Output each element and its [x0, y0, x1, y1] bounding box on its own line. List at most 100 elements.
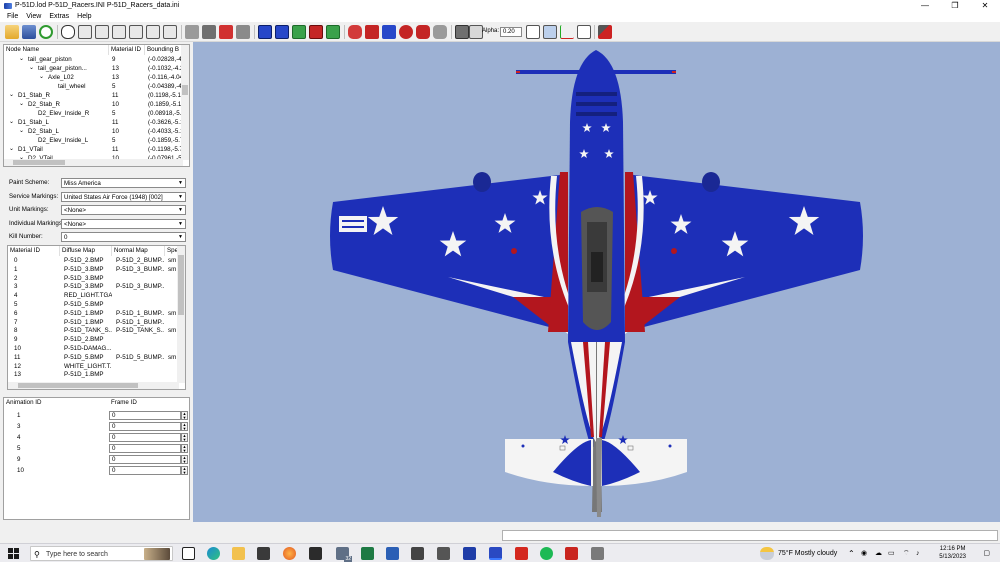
normals-icon[interactable] [577, 25, 591, 39]
wire-cube-icon[interactable] [469, 25, 483, 39]
property-select[interactable]: 0 ▼ [61, 232, 186, 242]
app-n-icon[interactable] [309, 547, 322, 560]
property-select[interactable]: <None> ▼ [61, 218, 186, 229]
column-header-node-name[interactable]: Node Name [4, 45, 109, 55]
store-icon[interactable] [257, 547, 270, 560]
bounding-box-icon[interactable] [526, 25, 540, 39]
materials-hscrollbar[interactable] [8, 382, 179, 389]
tree-expand-icon[interactable]: ⌄ [19, 55, 24, 64]
material-row[interactable]: 4 RED_LIGHT.TGA [8, 291, 179, 300]
column-header-normal-map[interactable]: Normal Map [112, 246, 165, 256]
frame-id-input[interactable]: 0 [109, 455, 181, 464]
column-header-diffuse-map[interactable]: Diffuse Map [60, 246, 112, 256]
shade-flat-icon[interactable] [185, 25, 199, 39]
node-row[interactable]: D2_Elev_Inside_L 5 (-0.1859,-5.7 [4, 136, 183, 145]
extra-app-icon[interactable] [591, 547, 604, 560]
calculator-icon[interactable] [437, 547, 450, 560]
axis-icon[interactable] [560, 25, 574, 39]
material-row[interactable]: 9 P-51D_2.BMP [8, 335, 179, 344]
3d-viewport[interactable] [193, 42, 1000, 522]
mesh-green-2-icon[interactable] [326, 25, 340, 39]
view-bottom-icon[interactable] [163, 25, 177, 39]
frame-id-input[interactable]: 0 [109, 444, 181, 453]
tree-expand-icon[interactable]: ⌄ [39, 73, 44, 82]
texture-icon[interactable] [39, 25, 53, 39]
record-icon[interactable] [399, 25, 413, 39]
acrobat-icon[interactable] [515, 547, 528, 560]
volume-icon[interactable]: ♪ [916, 548, 920, 559]
tray-cloud-icon[interactable]: ☁ [875, 548, 882, 559]
edge-icon[interactable] [207, 547, 220, 560]
node-row[interactable]: ⌄ Axle_L02 13 (-0.116,-4.04 [4, 73, 183, 82]
excel-icon[interactable] [361, 547, 374, 560]
node-row[interactable]: ⌄ tail_gear_piston 9 (-0.02828,-4. [4, 55, 183, 64]
node-row[interactable]: tail_wheel 5 (-0.04389,-4. [4, 82, 183, 91]
property-select[interactable]: <None> ▼ [61, 205, 186, 215]
mesh-red-icon[interactable] [309, 25, 323, 39]
material-row[interactable]: 1 P-51D_3.BMP P-51D_3_BUMP.... sm [8, 265, 179, 274]
file-explorer-icon[interactable] [232, 547, 245, 560]
material-grey-icon[interactable] [433, 25, 447, 39]
mesh-blue-2-icon[interactable] [275, 25, 289, 39]
frame-spinner-icon[interactable]: ▲ ▼ [181, 422, 188, 431]
view-right-icon[interactable] [129, 25, 143, 39]
frame-spinner-icon[interactable]: ▲ ▼ [181, 466, 188, 475]
view-top-icon[interactable] [146, 25, 160, 39]
material-row[interactable]: 5 P-51D_5.BMP [8, 300, 179, 309]
material-row[interactable]: 6 P-51D_1.BMP P-51D_1_BUMP.... sm [8, 309, 179, 318]
shade-texture-icon[interactable] [236, 25, 250, 39]
frame-spinner-icon[interactable]: ▲ ▼ [181, 444, 188, 453]
mail-icon[interactable]: 32 [336, 547, 352, 562]
material-row[interactable]: 11 P-51D_5.BMP P-51D_5_BUMP.... sm [8, 353, 179, 362]
alpha-input[interactable]: 0.20 [500, 27, 522, 37]
frame-spinner-icon[interactable]: ▲ ▼ [181, 455, 188, 464]
cube-icon[interactable] [455, 25, 469, 39]
node-row[interactable]: D2_Elev_Inside_R 5 (0.08918,-5.7 [4, 109, 183, 118]
frame-id-input[interactable]: 0 [109, 433, 181, 442]
material-row[interactable]: 13 P-51D_1.BMP [8, 370, 179, 379]
material-row[interactable]: 3 P-51D_3.BMP P-51D_3_BUMP.... [8, 282, 179, 291]
view-back-icon[interactable] [95, 25, 109, 39]
tree-expand-icon[interactable]: ⌄ [9, 145, 14, 154]
close-button[interactable]: ✕ [970, 0, 1000, 11]
taskbar-app-blue-icon[interactable] [463, 547, 476, 560]
tree-expand-icon[interactable]: ⌄ [29, 64, 34, 73]
firefox-icon[interactable] [283, 547, 296, 560]
column-header-animation-id[interactable]: Animation ID [4, 398, 109, 408]
spotify-icon[interactable] [540, 547, 553, 560]
menu-help[interactable]: Help [73, 11, 95, 22]
column-header-material-id[interactable]: Material ID [109, 45, 145, 55]
grid-icon[interactable] [543, 25, 557, 39]
node-row[interactable]: ⌄ D1_Stab_R 11 (0.1198,-5.14 [4, 91, 183, 100]
shade-smooth-icon[interactable] [202, 25, 216, 39]
zoom-icon[interactable] [61, 25, 75, 39]
mesh-blue-icon[interactable] [258, 25, 272, 39]
tree-expand-icon[interactable]: ⌄ [9, 91, 14, 100]
save-icon[interactable] [22, 25, 36, 39]
frame-id-input[interactable]: 0 [109, 411, 181, 420]
shield-app-icon[interactable] [565, 547, 578, 560]
tree-expand-icon[interactable]: ⌄ [19, 100, 24, 109]
node-row[interactable]: ⌄ D2_Stab_L 10 (-0.4033,-5.1 [4, 127, 183, 136]
mesh-green-icon[interactable] [292, 25, 306, 39]
app-7z-icon[interactable] [411, 547, 424, 560]
view-left-icon[interactable] [112, 25, 126, 39]
restore-button[interactable]: ❐ [940, 0, 970, 11]
taskbar-search-box[interactable]: ⚲ Type here to search [30, 546, 173, 561]
tools-icon[interactable] [598, 25, 612, 39]
shade-color-icon[interactable] [219, 25, 233, 39]
materials-scrollbar[interactable] [177, 246, 185, 383]
node-row[interactable]: ⌄ D2_Stab_R 10 (0.1859,-5.14 [4, 100, 183, 109]
weather-text[interactable]: 75°F Mostly cloudy [778, 548, 837, 559]
task-view-icon[interactable] [182, 547, 195, 560]
minimize-button[interactable]: — [910, 0, 940, 11]
tray-app-icon[interactable]: ◉ [861, 548, 867, 559]
material-row[interactable]: 8 P-51D_TANK_S... P-51D_TANK_S... sm [8, 326, 179, 335]
windows-start-icon[interactable] [8, 548, 19, 559]
material-row[interactable]: 2 P-51D_3.BMP [8, 274, 179, 283]
node-row[interactable]: ⌄ D1_VTail 11 (-0.1198,-5.7 [4, 145, 183, 154]
clock[interactable]: 12:16 PM 5/13/2023 [939, 545, 966, 561]
node-tree-hscrollbar[interactable] [4, 159, 183, 166]
material-row[interactable]: 0 P-51D_2.BMP P-51D_2_BUMP.... sm [8, 256, 179, 265]
word-icon[interactable] [386, 547, 399, 560]
